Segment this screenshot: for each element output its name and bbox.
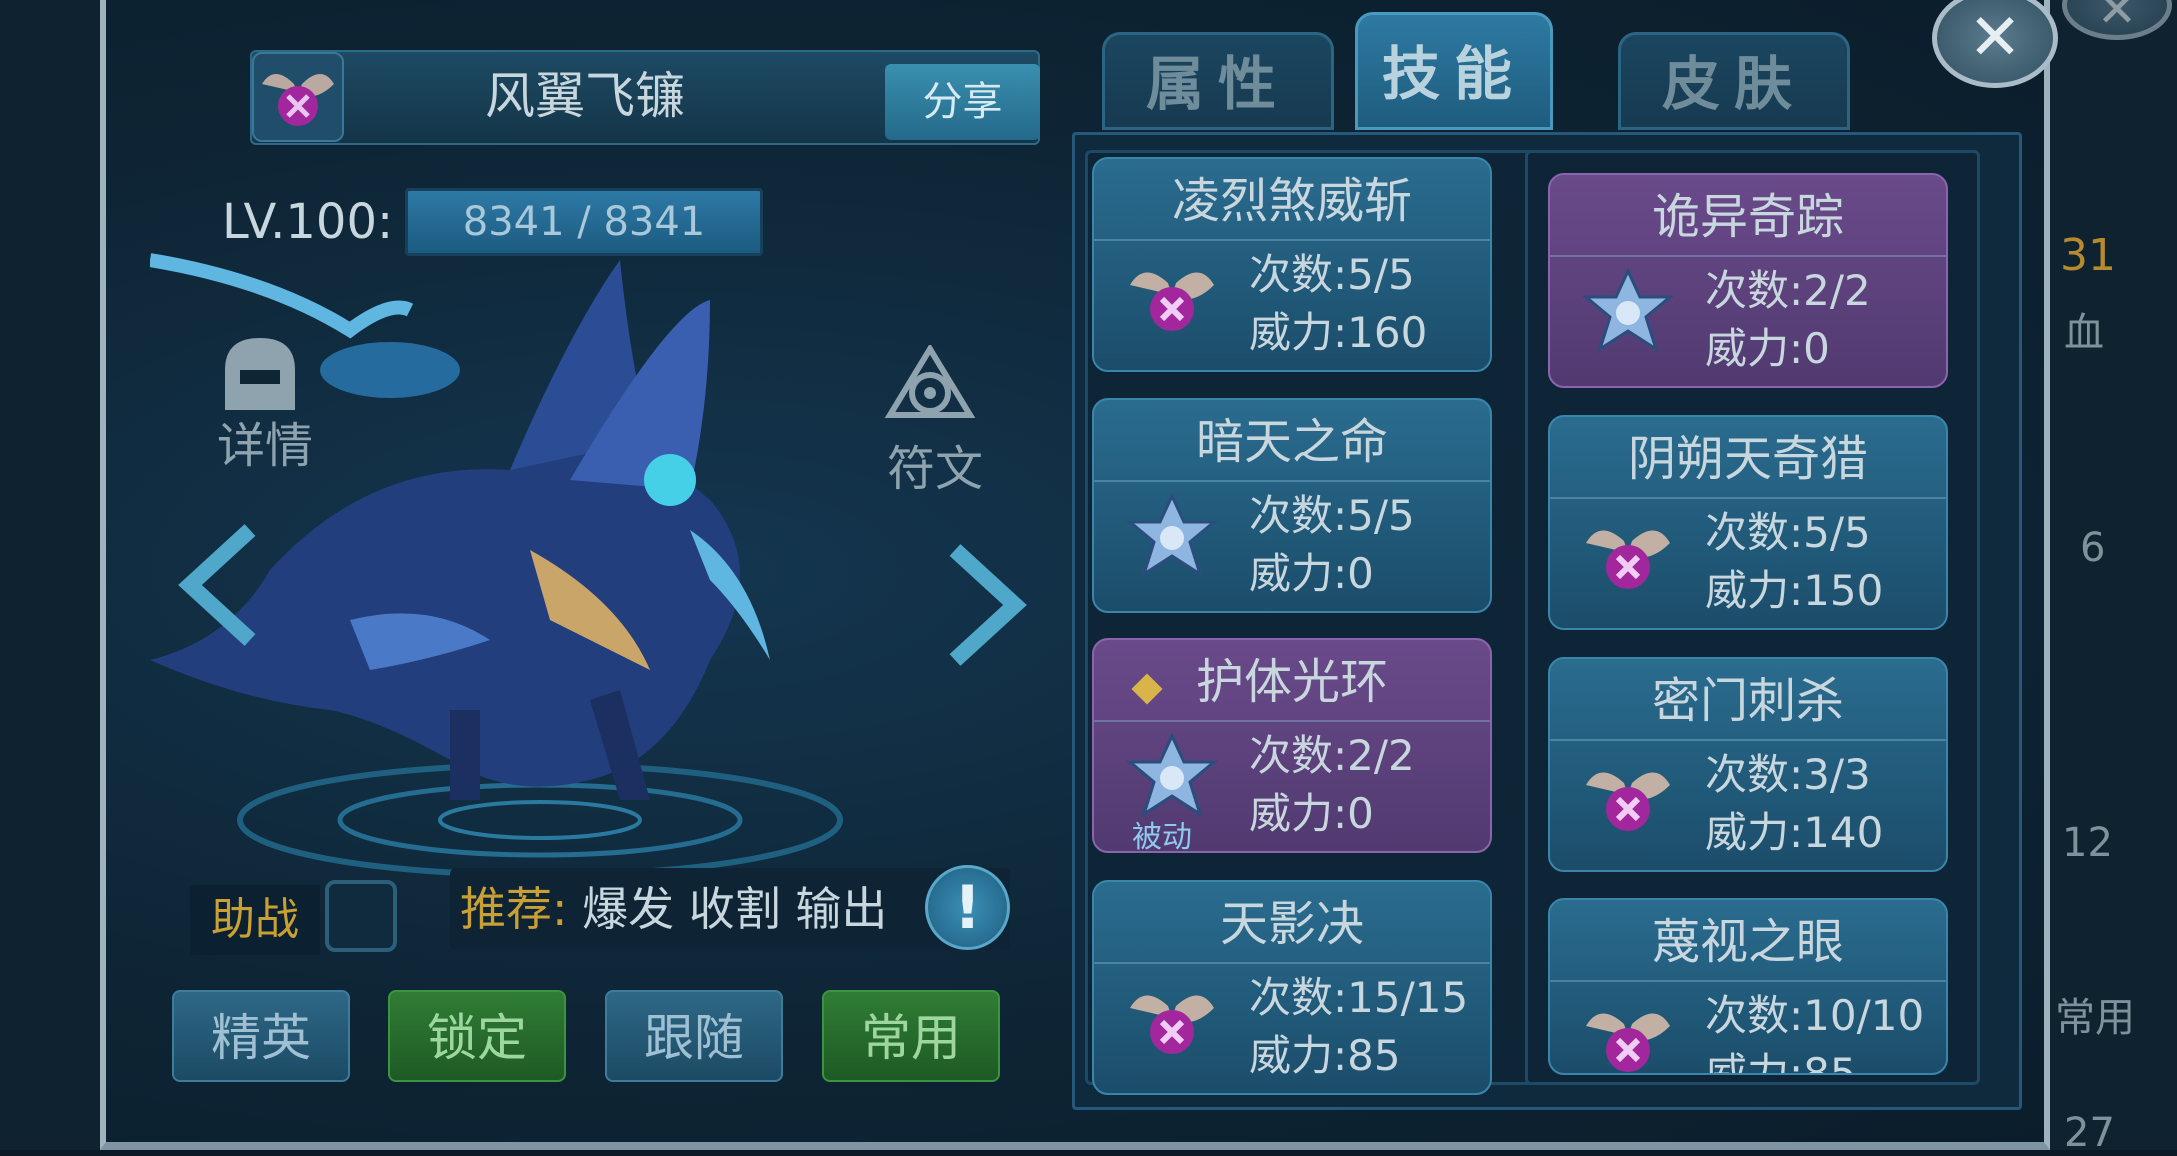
rune-icon xyxy=(884,343,976,418)
star-badge-icon xyxy=(1125,732,1219,818)
skill-card[interactable]: 天影决次数:15/15 威力:85 xyxy=(1092,880,1492,1095)
winged-heart-icon xyxy=(1130,272,1214,331)
background-number-2: 6 xyxy=(2080,525,2106,571)
skill-card[interactable]: 暗天之命次数:5/5 威力:0 xyxy=(1092,398,1492,613)
skill-power: 威力:85 xyxy=(1249,1031,1401,1080)
winged-heart-icon xyxy=(1126,251,1218,343)
skill-count: 次数:5/5 xyxy=(1249,250,1415,299)
info-button[interactable]: ! xyxy=(925,865,1010,950)
star-badge-icon xyxy=(1581,267,1675,353)
rune-button[interactable]: 符文 xyxy=(880,343,990,497)
skill-power: 威力:0 xyxy=(1249,549,1374,598)
skill-count: 次数:5/5 xyxy=(1249,491,1415,540)
support-checkbox[interactable] xyxy=(325,880,397,952)
skill-count: 次数:2/2 xyxy=(1249,731,1415,780)
skill-name: 暗天之命 xyxy=(1195,414,1388,470)
previous-pet-arrow[interactable] xyxy=(170,520,270,674)
recommend-values: 爆发 收割 输出 xyxy=(582,882,888,936)
pet-name: 风翼飞镰 xyxy=(485,67,685,125)
pet-type-badge xyxy=(252,52,344,142)
skill-count: 次数:3/3 xyxy=(1705,750,1871,799)
skill-name: 阴朔天奇猎 xyxy=(1627,431,1868,487)
skill-divider xyxy=(1094,720,1490,722)
next-pet-arrow[interactable] xyxy=(935,540,1035,694)
skill-count: 次数:10/10 xyxy=(1705,991,1925,1040)
tab-attributes[interactable]: 属性 xyxy=(1102,32,1334,130)
details-label: 详情 xyxy=(216,418,313,474)
background-char-1: 血 xyxy=(2064,310,2104,356)
skill-divider xyxy=(1550,980,1946,982)
chevron-right-icon xyxy=(949,544,1027,666)
background-number-1: 31 xyxy=(2060,230,2116,281)
winged-heart-icon xyxy=(1586,530,1670,589)
skill-card[interactable]: 护体光环 被动 次数:2/2 威力:0 xyxy=(1092,638,1492,855)
winged-heart-icon xyxy=(262,74,334,126)
skill-count: 次数:15/15 xyxy=(1249,973,1469,1022)
common-button[interactable]: 常用 xyxy=(822,990,1000,1082)
winged-heart-icon xyxy=(1126,974,1218,1066)
winged-heart-icon xyxy=(1582,992,1674,1073)
star-badge-icon xyxy=(1125,492,1219,584)
skill-divider xyxy=(1094,239,1490,241)
tab-skins[interactable]: 皮肤 xyxy=(1618,32,1850,130)
skill-count: 次数:5/5 xyxy=(1705,508,1871,557)
lock-button[interactable]: 锁定 xyxy=(388,990,566,1082)
skill-card[interactable]: 凌烈煞威斩次数:5/5 威力:160 xyxy=(1092,157,1492,372)
recommend-label: 推荐: xyxy=(460,882,568,936)
background-left-strip xyxy=(0,0,100,1150)
tab-skills[interactable]: 技能 xyxy=(1355,12,1553,130)
winged-heart-icon xyxy=(1582,509,1674,601)
skill-card[interactable]: 诡异奇踪次数:2/2 威力:0 xyxy=(1548,173,1948,388)
winged-heart-icon xyxy=(1130,995,1214,1054)
skill-divider xyxy=(1094,962,1490,964)
skill-name: 密门刺杀 xyxy=(1651,673,1844,729)
follow-button[interactable]: 跟随 xyxy=(605,990,783,1082)
skill-power: 威力:140 xyxy=(1705,808,1884,857)
skill-card[interactable]: 蔑视之眼次数:10/10 威力:85 xyxy=(1548,898,1948,1075)
skill-power: 威力:160 xyxy=(1249,308,1428,357)
passive-tag: 被动 xyxy=(1132,820,1192,855)
skill-power: 威力:150 xyxy=(1705,566,1884,615)
skill-divider xyxy=(1550,739,1946,741)
skill-power: 威力:0 xyxy=(1249,789,1374,838)
skill-power: 威力:85 xyxy=(1705,1049,1857,1075)
skill-count: 次数:2/2 xyxy=(1705,266,1871,315)
skill-name: 诡异奇踪 xyxy=(1651,189,1844,245)
star-badge-icon xyxy=(1581,267,1675,359)
skill-card[interactable]: 密门刺杀次数:3/3 威力:140 xyxy=(1548,657,1948,872)
winged-heart-icon xyxy=(1586,772,1670,831)
winged-heart-icon xyxy=(1582,751,1674,843)
skill-name: 天影决 xyxy=(1219,896,1364,952)
skill-name: 蔑视之眼 xyxy=(1651,914,1844,970)
winged-heart-icon xyxy=(1586,1013,1670,1072)
skill-card[interactable]: 阴朔天奇猎次数:5/5 威力:150 xyxy=(1548,415,1948,630)
background-number-3: 12 xyxy=(2062,820,2113,866)
details-button[interactable]: 详情 xyxy=(210,330,320,480)
skill-divider xyxy=(1550,255,1946,257)
skill-name: 凌烈煞威斩 xyxy=(1171,173,1412,229)
star-badge-icon xyxy=(1125,732,1219,824)
support-label: 助战 xyxy=(190,885,320,955)
share-button[interactable]: 分享 xyxy=(885,64,1040,140)
chevron-left-icon xyxy=(178,524,256,646)
skill-divider xyxy=(1094,480,1490,482)
background-right-strip xyxy=(2050,0,2177,1150)
star-badge-icon xyxy=(1125,492,1219,578)
skill-divider xyxy=(1550,497,1946,499)
elite-button[interactable]: 精英 xyxy=(172,990,350,1082)
skill-power: 威力:0 xyxy=(1705,324,1830,373)
rune-label: 符文 xyxy=(886,441,983,497)
background-number-4: 27 xyxy=(2064,1110,2115,1156)
background-common-label: 常用 xyxy=(2055,995,2135,1041)
